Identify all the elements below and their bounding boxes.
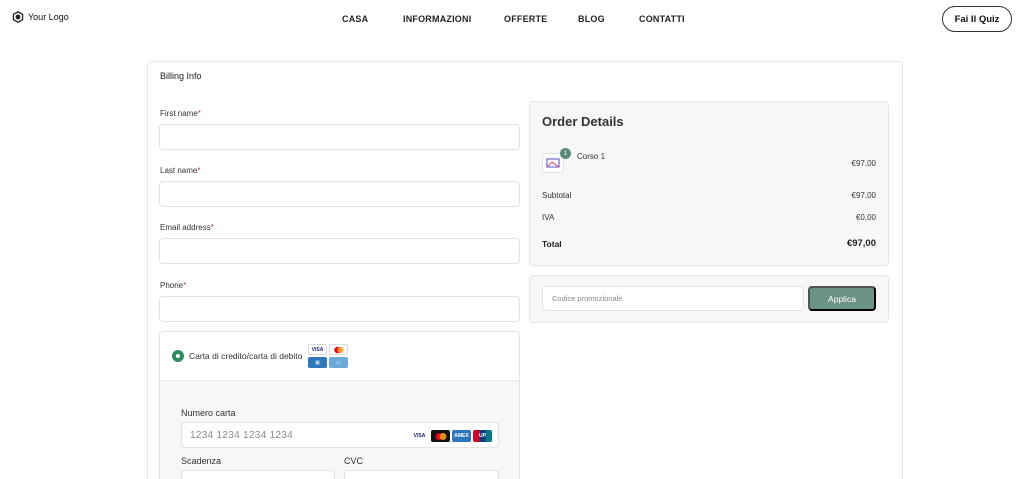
visa-icon: VISA (308, 344, 327, 355)
phone-input[interactable] (159, 296, 520, 322)
quantity-badge: 1 (560, 148, 571, 159)
cvc-label: CVC (344, 456, 364, 466)
last-name-label: Last name* (160, 166, 201, 175)
first-name-input[interactable] (159, 124, 520, 150)
quiz-button[interactable]: Fai Il Quiz (942, 6, 1012, 32)
card-number-input[interactable]: 1234 1234 1234 1234 VISA AMEX UP (181, 422, 499, 448)
total-label: Total (542, 239, 562, 249)
payment-box: Carta di credito/carta di debito VISA ▦ … (159, 331, 520, 479)
nav-item-blog[interactable]: BLOG (578, 14, 605, 24)
subtotal-label: Subtotal (542, 191, 572, 200)
order-item-name: Corso 1 (577, 152, 606, 161)
order-title: Order Details (542, 114, 624, 129)
order-item-price: €97,00 (851, 159, 876, 168)
amex-brand-icon: AMEX (452, 430, 471, 442)
cvc-input[interactable] (344, 470, 499, 479)
tax-value: €0,00 (855, 213, 876, 222)
email-label: Email address* (160, 223, 214, 232)
mastercard-brand-icon (431, 430, 450, 442)
accepted-cards: VISA ▦ ▭ (308, 344, 350, 370)
payment-radio[interactable] (172, 350, 184, 362)
visa-brand-icon: VISA (413, 433, 426, 439)
nav-item-casa[interactable]: CASA (342, 14, 368, 24)
card-number-placeholder: 1234 1234 1234 1234 (190, 430, 294, 441)
billing-title: Billing Info (160, 71, 202, 81)
last-name-input[interactable] (159, 181, 520, 207)
card-generic-icon: ▭ (329, 357, 348, 368)
card-number-label: Numero carta (181, 408, 236, 418)
main-nav: CASA INFORMAZIONI OFFERTE BLOG CONTATTI (0, 14, 1024, 26)
promo-code-placeholder: Codice promozionale (552, 294, 623, 303)
card-form: Numero carta 1234 1234 1234 1234 VISA AM… (160, 381, 519, 479)
nav-item-informazioni[interactable]: INFORMAZIONI (403, 14, 471, 24)
payment-method-option[interactable]: Carta di credito/carta di debito VISA ▦ … (160, 332, 519, 381)
site-header: Your Logo CASA INFORMAZIONI OFFERTE BLOG… (0, 0, 1024, 38)
apply-promo-button[interactable]: Applica (808, 286, 876, 311)
email-input[interactable] (159, 238, 520, 264)
subtotal-value: €97,00 (851, 191, 876, 200)
phone-label: Phone* (160, 281, 187, 290)
amex-icon: ▦ (308, 357, 327, 368)
nav-item-offerte[interactable]: OFFERTE (504, 14, 547, 24)
tax-label: IVA (542, 213, 555, 222)
first-name-label: First name* (160, 109, 201, 118)
total-value: €97,00 (846, 238, 876, 249)
expiry-input[interactable] (181, 470, 335, 479)
unionpay-brand-icon: UP (473, 430, 492, 442)
payment-method-label: Carta di credito/carta di debito (189, 351, 303, 361)
mastercard-icon (329, 344, 348, 355)
promo-code-input[interactable]: Codice promozionale (542, 286, 804, 311)
expiry-label: Scadenza (181, 456, 222, 466)
nav-item-contatti[interactable]: CONTATTI (639, 14, 685, 24)
image-icon (546, 158, 560, 168)
